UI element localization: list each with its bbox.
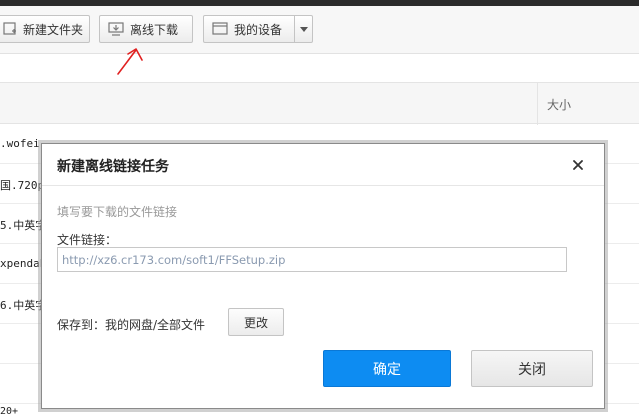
annotation-arrow-icon [117, 48, 143, 75]
new-folder-label: 新建文件夹 [23, 22, 84, 37]
device-icon [212, 22, 228, 35]
chevron-down-icon [299, 26, 308, 32]
close-icon [573, 160, 583, 170]
toolbar: 新建文件夹 离线下载 我的设备 [0, 6, 639, 54]
new-folder-icon [3, 22, 16, 35]
dialog-title: 新建离线链接任务 [57, 159, 169, 175]
file-list-header: 大小 [0, 82, 639, 125]
file-row-fragment: 20+ [0, 406, 19, 416]
my-devices-label: 我的设备 [234, 22, 283, 37]
change-path-button[interactable]: 更改 [228, 308, 284, 336]
file-link-input[interactable] [57, 247, 567, 272]
file-name: xpendab [0, 257, 47, 270]
file-link-label: 文件链接： [57, 233, 118, 247]
my-devices-dropdown-toggle[interactable] [294, 16, 312, 42]
column-separator[interactable] [537, 83, 538, 125]
save-to-path: 保存到：我的网盘/全部文件 [57, 318, 206, 332]
dialog-close-button[interactable] [570, 157, 586, 173]
file-name: 国.720p [0, 179, 45, 192]
size-column-header[interactable]: 大小 [547, 96, 571, 113]
file-name: 6.中英字 [0, 299, 47, 312]
offline-download-label: 离线下载 [130, 22, 179, 37]
dialog-header: 新建离线链接任务 [42, 144, 604, 186]
file-name: 5.中英字 [0, 219, 47, 232]
new-offline-task-dialog: 新建离线链接任务 填写要下载的文件链接 文件链接： 保存到：我的网盘/全部文件 … [41, 143, 605, 409]
file-name: .wofei. [0, 137, 47, 150]
offline-download-icon [108, 22, 124, 36]
my-devices-button[interactable]: 我的设备 [203, 15, 313, 43]
new-folder-button[interactable]: 新建文件夹 [0, 15, 90, 43]
link-hint: 填写要下载的文件链接 [57, 205, 178, 219]
confirm-button[interactable]: 确定 [323, 350, 451, 387]
close-button[interactable]: 关闭 [471, 350, 593, 387]
offline-download-button[interactable]: 离线下载 [99, 15, 193, 43]
